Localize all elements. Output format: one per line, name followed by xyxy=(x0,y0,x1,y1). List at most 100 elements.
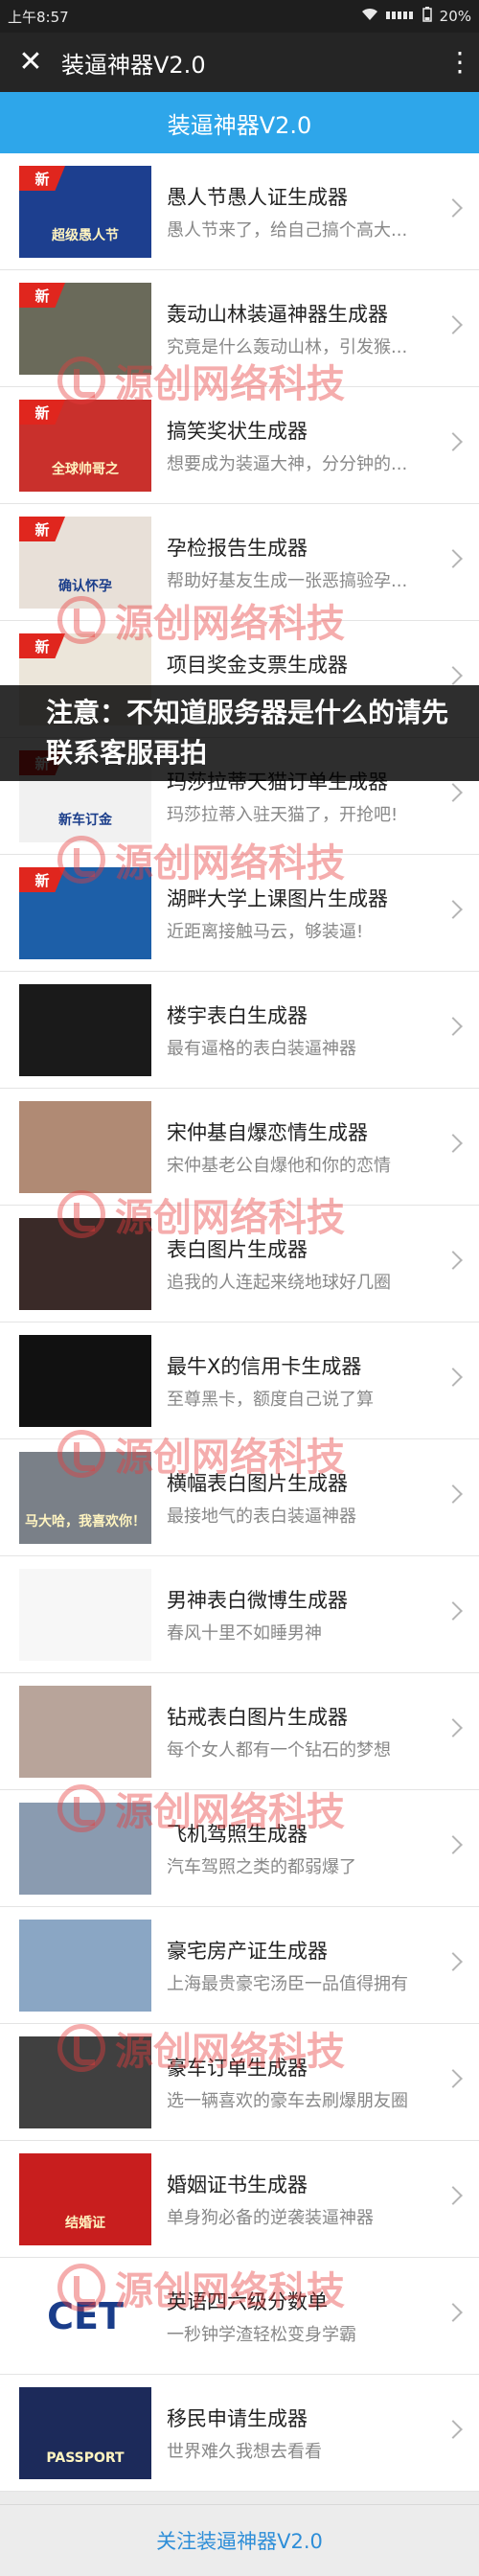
list-item[interactable]: PASSPORT 移民申请生成器 世界难久我想去看看 xyxy=(0,2375,479,2492)
item-description: 春风十里不如睡男神 xyxy=(167,1623,322,1644)
chevron-right-icon xyxy=(444,1134,463,1153)
more-options-icon[interactable]: ⋮ xyxy=(441,49,479,76)
item-title: 男神表白微博生成器 xyxy=(167,1589,348,1612)
chevron-right-icon xyxy=(444,783,463,802)
item-description: 想要成为装逼大神，分分钟的... xyxy=(167,454,408,474)
chevron-right-icon xyxy=(444,666,463,685)
list-item[interactable]: 男神表白微博生成器 春风十里不如睡男神 xyxy=(0,1556,479,1673)
status-time: 上午8:57 xyxy=(8,8,69,26)
item-title: 表白图片生成器 xyxy=(167,1238,308,1261)
item-thumbnail xyxy=(19,984,151,1076)
list-item[interactable]: 最牛X的信用卡生成器 至尊黑卡，额度自己说了算 xyxy=(0,1322,479,1439)
item-description: 世界难久我想去看看 xyxy=(167,2442,322,2462)
item-title: 轰动山林装逼神器生成器 xyxy=(167,303,388,326)
item-title: 宋仲基自爆恋情生成器 xyxy=(167,1121,368,1144)
thumbnail-text: 结婚证 xyxy=(65,2216,105,2231)
chevron-right-icon xyxy=(444,900,463,919)
item-description: 玛莎拉蒂入驻天猫了，开抢吧! xyxy=(167,805,399,825)
item-title: 项目奖金支票生成器 xyxy=(167,654,348,677)
item-thumbnail: 超级愚人节 新 xyxy=(19,166,151,258)
chevron-right-icon xyxy=(444,1952,463,1971)
item-description: 最接地气的表白装逼神器 xyxy=(167,1506,356,1527)
chevron-right-icon xyxy=(444,1017,463,1036)
follow-button[interactable]: 关注装逼神器V2.0 xyxy=(0,2504,479,2576)
thumbnail-text: 超级愚人节 xyxy=(52,228,119,243)
list-item[interactable]: 豪车订单生成器 选一辆喜欢的豪车去刷爆朋友圈 xyxy=(0,2024,479,2141)
item-thumbnail xyxy=(19,1803,151,1895)
page-header: 装逼神器V2.0 xyxy=(0,92,479,153)
chevron-right-icon xyxy=(444,1484,463,1504)
list-item[interactable]: 全球帅哥之 新搞笑奖状生成器想要成为装逼大神，分分钟的... xyxy=(0,387,479,504)
status-bar: 上午8:57 20% xyxy=(0,0,479,33)
item-description: 宋仲基老公自爆他和你的恋情 xyxy=(167,1156,391,1176)
item-thumbnail xyxy=(19,1686,151,1778)
chevron-right-icon xyxy=(444,315,463,334)
list-item[interactable]: 新轰动山林装逼神器生成器 究竟是什么轰动山林，引发猴... xyxy=(0,270,479,387)
list-item[interactable]: 钻戒表白图片生成器每个女人都有一个钻石的梦想 xyxy=(0,1673,479,1790)
chevron-right-icon xyxy=(444,1835,463,1854)
item-title: 搞笑奖状生成器 xyxy=(167,420,308,443)
thumbnail-text: 新车订金 xyxy=(58,813,112,828)
item-description: 愚人节来了，给自己搞个高大... xyxy=(167,220,408,241)
item-description: 选一辆喜欢的豪车去刷爆朋友圈 xyxy=(167,2091,408,2111)
item-description: 每个女人都有一个钻石的梦想 xyxy=(167,1740,391,1760)
item-thumbnail: PASSPORT xyxy=(19,2387,151,2479)
list-item[interactable]: 表白图片生成器 追我的人连起来绕地球好几圈 xyxy=(0,1206,479,1322)
battery-icon xyxy=(422,7,432,26)
list-item[interactable]: CET 英语四六级分数单 一秒钟学渣轻松变身学霸 xyxy=(0,2258,479,2375)
item-title: 愚人节愚人证生成器 xyxy=(167,186,348,209)
item-thumbnail xyxy=(19,1101,151,1193)
item-thumbnail: 新 xyxy=(19,283,151,375)
item-title: 孕检报告生成器 xyxy=(167,537,308,560)
item-description: 最有逼格的表白装逼神器 xyxy=(167,1039,356,1059)
item-title: 最牛X的信用卡生成器 xyxy=(167,1355,362,1378)
item-thumbnail xyxy=(19,2036,151,2128)
item-title: 英语四六级分数单 xyxy=(167,2290,328,2313)
thumbnail-text: CET xyxy=(47,2295,124,2337)
item-title: 婚姻证书生成器 xyxy=(167,2174,308,2196)
item-thumbnail: 结婚证 xyxy=(19,2153,151,2245)
new-badge: 新 xyxy=(19,517,65,541)
list-item[interactable]: 楼宇表白生成器 最有逼格的表白装逼神器 xyxy=(0,972,479,1089)
item-thumbnail: 新 xyxy=(19,867,151,959)
item-description: 帮助好基友生成一张恶搞验孕... xyxy=(167,571,408,591)
chevron-right-icon xyxy=(444,432,463,451)
item-thumbnail: 确认怀孕 新 xyxy=(19,517,151,609)
list-item[interactable]: 新湖畔大学上课图片生成器 近距离接触马云，够装逼! xyxy=(0,855,479,972)
item-description: 上海最贵豪宅汤臣一品值得拥有 xyxy=(167,1974,408,1994)
item-description: 至尊黑卡，额度自己说了算 xyxy=(167,1390,374,1410)
item-title: 湖畔大学上课图片生成器 xyxy=(167,887,388,910)
item-thumbnail xyxy=(19,1218,151,1310)
chevron-right-icon xyxy=(444,1718,463,1737)
list-item[interactable]: 确认怀孕 新孕检报告生成器帮助好基友生成一张恶搞验孕... xyxy=(0,504,479,621)
item-thumbnail: 全球帅哥之 新 xyxy=(19,400,151,492)
thumbnail-text: 马大哈，我喜欢你！ xyxy=(25,1514,146,1530)
list-item[interactable]: 结婚证 婚姻证书生成器单身狗必备的逆袭装逼神器 xyxy=(0,2141,479,2258)
thumbnail-text: PASSPORT xyxy=(46,2450,125,2466)
new-badge: 新 xyxy=(19,400,65,425)
item-description: 单身狗必备的逆袭装逼神器 xyxy=(167,2208,374,2228)
item-thumbnail: CET xyxy=(19,2270,151,2362)
list-item[interactable]: 超级愚人节 新愚人节愚人证生成器愚人节来了，给自己搞个高大... xyxy=(0,153,479,270)
new-badge: 新 xyxy=(19,633,65,658)
new-badge: 新 xyxy=(19,867,65,892)
item-title: 钻戒表白图片生成器 xyxy=(167,1706,348,1729)
wifi-icon xyxy=(361,8,378,25)
chevron-right-icon xyxy=(444,1601,463,1621)
chevron-right-icon xyxy=(444,2420,463,2439)
list-item[interactable]: 马大哈，我喜欢你！ 横幅表白图片生成器 最接地气的表白装逼神器 xyxy=(0,1439,479,1556)
close-icon[interactable]: ✕ xyxy=(0,48,61,77)
item-description: 汽车驾照之类的都弱爆了 xyxy=(167,1857,356,1877)
item-thumbnail xyxy=(19,1335,151,1427)
list-item[interactable]: 宋仲基自爆恋情生成器宋仲基老公自爆他和你的恋情 xyxy=(0,1089,479,1206)
chevron-right-icon xyxy=(444,549,463,568)
window-title: 装逼神器V2.0 xyxy=(61,51,206,79)
list-item[interactable]: 飞机驾照生成器 汽车驾照之类的都弱爆了 xyxy=(0,1790,479,1907)
new-badge: 新 xyxy=(19,166,65,191)
list-item[interactable]: 豪宅房产证生成器上海最贵豪宅汤臣一品值得拥有 xyxy=(0,1907,479,2024)
chevron-right-icon xyxy=(444,198,463,218)
title-bar: ✕ 装逼神器V2.0 ⋮ xyxy=(0,33,479,92)
item-title: 移民申请生成器 xyxy=(167,2407,308,2430)
item-title: 豪宅房产证生成器 xyxy=(167,1940,328,1963)
new-badge: 新 xyxy=(19,283,65,308)
